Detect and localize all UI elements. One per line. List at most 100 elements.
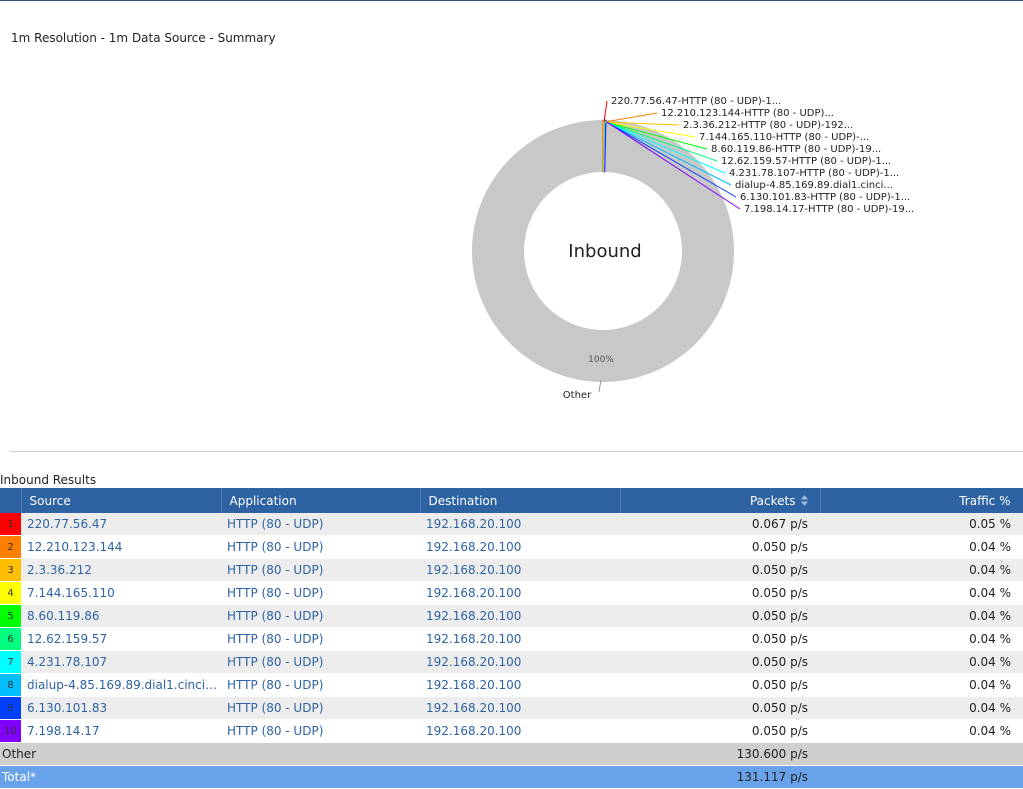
table-row: 1 220.77.56.47 HTTP (80 - UDP) 192.168.2… xyxy=(0,513,1023,536)
destination-link[interactable]: 192.168.20.100 xyxy=(420,697,620,720)
donut-center-label: Inbound xyxy=(568,241,641,262)
slice-label[interactable]: 12.62.159.57-HTTP (80 - UDP)-1... xyxy=(721,156,891,167)
application-link[interactable]: HTTP (80 - UDP) xyxy=(221,674,420,697)
row-rank-swatch: 3 xyxy=(0,559,21,582)
donut-chart-svg: 220.77.56.47-HTTP (80 - UDP)-1...12.210.… xyxy=(0,80,1023,420)
row-rank-swatch: 9 xyxy=(0,697,21,720)
traffic-column-header[interactable]: Traffic % xyxy=(820,488,1023,513)
total-row-traffic xyxy=(820,766,1023,789)
row-rank-swatch: 1 xyxy=(0,513,21,536)
slice-label[interactable]: 4.231.78.107-HTTP (80 - UDP)-1... xyxy=(729,168,899,179)
application-link[interactable]: HTTP (80 - UDP) xyxy=(221,628,420,651)
slice-label[interactable]: dialup-4.85.169.89.dial1.cinci... xyxy=(735,180,893,191)
packets-value: 0.050 p/s xyxy=(620,651,820,674)
source-link[interactable]: 7.198.14.17 xyxy=(21,720,221,743)
destination-link[interactable]: 192.168.20.100 xyxy=(420,720,620,743)
slice-label[interactable]: 220.77.56.47-HTTP (80 - UDP)-1... xyxy=(611,96,781,107)
source-link[interactable]: 2.3.36.212 xyxy=(21,559,221,582)
slice-label[interactable]: 7.198.14.17-HTTP (80 - UDP)-19... xyxy=(744,204,914,215)
other-percent-label: 100% xyxy=(588,355,614,365)
packets-value: 0.050 p/s xyxy=(620,582,820,605)
results-table: Source Application Destination Packets T… xyxy=(0,488,1023,789)
other-row: Other 130.600 p/s xyxy=(0,743,1023,766)
source-link[interactable]: 6.130.101.83 xyxy=(21,697,221,720)
source-link[interactable]: dialup-4.85.169.89.dial1.cincinn... xyxy=(21,674,221,697)
slice-leader-line xyxy=(604,113,657,122)
traffic-value: 0.04 % xyxy=(820,605,1023,628)
destination-link[interactable]: 192.168.20.100 xyxy=(420,651,620,674)
index-column-header xyxy=(0,488,21,513)
traffic-value: 0.04 % xyxy=(820,697,1023,720)
table-row: 5 8.60.119.86 HTTP (80 - UDP) 192.168.20… xyxy=(0,605,1023,628)
destination-column-header[interactable]: Destination xyxy=(420,488,620,513)
destination-link[interactable]: 192.168.20.100 xyxy=(420,582,620,605)
report-title: 1m Resolution - 1m Data Source - Summary xyxy=(11,31,276,45)
application-link[interactable]: HTTP (80 - UDP) xyxy=(221,697,420,720)
source-link[interactable]: 4.231.78.107 xyxy=(21,651,221,674)
traffic-value: 0.04 % xyxy=(820,536,1023,559)
top-border xyxy=(0,0,1023,1)
source-link[interactable]: 8.60.119.86 xyxy=(21,605,221,628)
source-link[interactable]: 220.77.56.47 xyxy=(21,513,221,536)
traffic-value: 0.04 % xyxy=(820,582,1023,605)
packets-value: 0.067 p/s xyxy=(620,513,820,536)
slice-label[interactable]: 8.60.119.86-HTTP (80 - UDP)-19... xyxy=(711,144,881,155)
application-link[interactable]: HTTP (80 - UDP) xyxy=(221,582,420,605)
row-rank-swatch: 10 xyxy=(0,720,21,743)
table-row: 10 7.198.14.17 HTTP (80 - UDP) 192.168.2… xyxy=(0,720,1023,743)
table-row: 6 12.62.159.57 HTTP (80 - UDP) 192.168.2… xyxy=(0,628,1023,651)
traffic-value: 0.04 % xyxy=(820,559,1023,582)
application-link[interactable]: HTTP (80 - UDP) xyxy=(221,513,420,536)
slice-label[interactable]: 12.210.123.144-HTTP (80 - UDP)... xyxy=(661,108,834,119)
results-title: Inbound Results xyxy=(0,473,96,487)
other-row-destination xyxy=(420,743,620,766)
other-slice-label[interactable]: Other xyxy=(563,390,592,401)
total-row-destination xyxy=(420,766,620,789)
slice-label[interactable]: 6.130.101.83-HTTP (80 - UDP)-1... xyxy=(740,192,910,203)
section-divider xyxy=(10,451,1023,452)
application-column-header[interactable]: Application xyxy=(221,488,420,513)
traffic-value: 0.04 % xyxy=(820,674,1023,697)
traffic-value: 0.05 % xyxy=(820,513,1023,536)
destination-link[interactable]: 192.168.20.100 xyxy=(420,674,620,697)
packets-header-label: Packets xyxy=(750,494,796,508)
slice-label[interactable]: 7.144.165.110-HTTP (80 - UDP)-... xyxy=(699,132,869,143)
application-link[interactable]: HTTP (80 - UDP) xyxy=(221,605,420,628)
table-row: 3 2.3.36.212 HTTP (80 - UDP) 192.168.20.… xyxy=(0,559,1023,582)
table-row: 8 dialup-4.85.169.89.dial1.cincinn... HT… xyxy=(0,674,1023,697)
application-link[interactable]: HTTP (80 - UDP) xyxy=(221,651,420,674)
table-row: 7 4.231.78.107 HTTP (80 - UDP) 192.168.2… xyxy=(0,651,1023,674)
destination-link[interactable]: 192.168.20.100 xyxy=(420,513,620,536)
table-row: 2 12.210.123.144 HTTP (80 - UDP) 192.168… xyxy=(0,536,1023,559)
total-row-application xyxy=(221,766,420,789)
total-row: Total* 131.117 p/s xyxy=(0,766,1023,789)
packets-value: 0.050 p/s xyxy=(620,674,820,697)
other-row-traffic xyxy=(820,743,1023,766)
row-rank-swatch: 8 xyxy=(0,674,21,697)
total-packets-value: 131.117 p/s xyxy=(620,766,820,789)
application-link[interactable]: HTTP (80 - UDP) xyxy=(221,536,420,559)
row-rank-swatch: 5 xyxy=(0,605,21,628)
application-link[interactable]: HTTP (80 - UDP) xyxy=(221,559,420,582)
source-link[interactable]: 7.144.165.110 xyxy=(21,582,221,605)
source-column-header[interactable]: Source xyxy=(21,488,221,513)
source-link[interactable]: 12.210.123.144 xyxy=(21,536,221,559)
destination-link[interactable]: 192.168.20.100 xyxy=(420,628,620,651)
donut-chart: 220.77.56.47-HTTP (80 - UDP)-1...12.210.… xyxy=(0,80,1023,420)
table-row: 4 7.144.165.110 HTTP (80 - UDP) 192.168.… xyxy=(0,582,1023,605)
table-row: 9 6.130.101.83 HTTP (80 - UDP) 192.168.2… xyxy=(0,697,1023,720)
packets-value: 0.050 p/s xyxy=(620,697,820,720)
packets-value: 0.050 p/s xyxy=(620,605,820,628)
traffic-value: 0.04 % xyxy=(820,720,1023,743)
packets-column-header[interactable]: Packets xyxy=(620,488,820,513)
destination-link[interactable]: 192.168.20.100 xyxy=(420,536,620,559)
slice-label[interactable]: 2.3.36.212-HTTP (80 - UDP)-192... xyxy=(683,120,853,131)
source-link[interactable]: 12.62.159.57 xyxy=(21,628,221,651)
destination-link[interactable]: 192.168.20.100 xyxy=(420,605,620,628)
row-rank-swatch: 4 xyxy=(0,582,21,605)
destination-link[interactable]: 192.168.20.100 xyxy=(420,559,620,582)
sort-icon[interactable] xyxy=(801,495,808,506)
other-row-application xyxy=(221,743,420,766)
application-link[interactable]: HTTP (80 - UDP) xyxy=(221,720,420,743)
total-row-label: Total* xyxy=(0,766,221,789)
